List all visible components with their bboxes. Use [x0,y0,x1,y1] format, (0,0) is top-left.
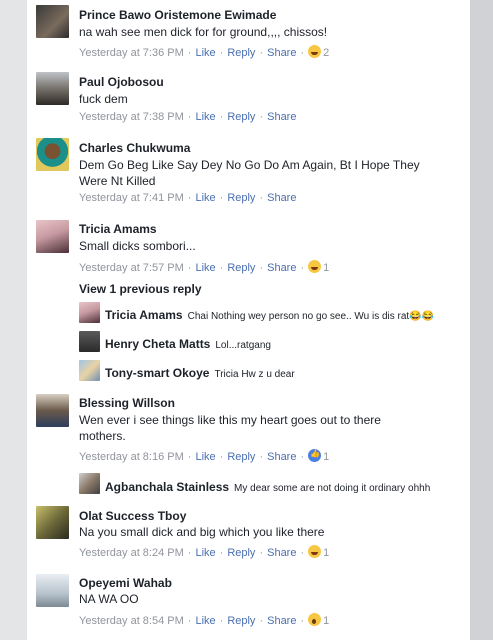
comment-text: na wah see men dick for for ground,,,, c… [79,25,328,39]
share-link[interactable]: Share [267,47,296,59]
like-link[interactable]: Like [195,111,215,123]
reply-author[interactable]: Tricia Amams [105,308,183,322]
avatar[interactable] [36,220,69,253]
reply-avatar[interactable] [79,302,100,323]
comment-text: mothers. [79,429,126,443]
reply-author[interactable]: Tony-smart Okoye [105,366,209,380]
like-reaction-icon[interactable] [308,449,322,462]
reply-avatar[interactable] [79,473,100,494]
avatar[interactable] [36,506,69,539]
comment-meta: Yesterday at 7:36 PM · Like · Reply · Share · 2 [79,45,330,59]
reaction-count: 1 [323,547,330,559]
like-link[interactable]: Like [195,262,215,274]
comment-meta: Yesterday at 8:16 PM·Like·Reply·Share·1 [79,449,329,463]
reply-link[interactable]: Reply [227,451,255,463]
timestamp[interactable]: Yesterday at 7:41 PM [79,192,184,204]
timestamp[interactable]: Yesterday at 8:54 PM [79,615,184,627]
like-link[interactable]: Like [195,47,215,59]
comment-text: Were Nt Killed [79,174,156,188]
comment-text: Dem Go Beg Like Say Dey No Go Do Am Agai… [79,158,420,172]
left-margin [0,0,26,640]
timestamp[interactable]: Yesterday at 8:24 PM [79,547,184,559]
reply-item: Henry Cheta Matts Lol...ratgang [105,335,271,353]
haha-reaction-icon[interactable] [308,545,322,558]
comment-meta: Yesterday at 8:24 PM · Like · Reply · Share · 1 [79,545,330,559]
share-link[interactable]: Share [267,111,296,123]
comment-text: Na you small dick and big which you like… [79,525,325,539]
comment-text: NA WA OO [79,592,139,606]
commenter-name[interactable]: Paul Ojobosou [79,75,164,89]
share-link[interactable]: Share [267,547,296,559]
comment-meta: Yesterday at 7:41 PM · Like · Reply · Share [79,192,297,204]
avatar[interactable] [36,138,69,171]
reaction-count: 1 [323,451,330,463]
avatar[interactable] [36,5,69,38]
comment-text: Wen ever i see things like this my heart… [79,413,381,427]
reply-text: My dear some are not doing it ordinary o… [234,483,431,494]
comment-meta: Yesterday at 8:54 PM · Like · Reply · Share · 1 [79,613,330,627]
like-link[interactable]: Like [195,615,215,627]
reply-link[interactable]: Reply [227,47,255,59]
commenter-name[interactable]: Blessing Willson [79,396,175,410]
reply-avatar[interactable] [79,360,100,381]
haha-reaction-icon[interactable] [308,260,322,273]
share-link[interactable]: Share [267,451,296,463]
reply-text: Chai Nothing wey person no go see.. Wu i… [187,311,435,322]
reply-text: Tricia Hw z u dear [214,369,295,380]
avatar[interactable] [36,394,69,427]
share-link[interactable]: Share [267,192,296,204]
comment-text: Small dicks sombori... [79,239,196,253]
reply-link[interactable]: Reply [227,111,255,123]
comment-meta: Yesterday at 7:38 PM · Like · Reply · Share [79,111,297,123]
like-link[interactable]: Like [195,451,215,463]
reaction-count: 2 [323,47,330,59]
reply-avatar[interactable] [79,331,100,352]
reaction-count: 1 [323,615,330,627]
view-previous-replies-link[interactable]: View 1 previous reply [79,282,202,296]
reply-link[interactable]: Reply [227,615,255,627]
comment-meta: Yesterday at 7:57 PM · Like · Reply · Share · 1 [79,260,330,274]
share-link[interactable]: Share [267,262,296,274]
like-link[interactable]: Like [195,547,215,559]
wow-reaction-icon[interactable] [308,613,322,626]
scroll-rail[interactable] [470,0,493,640]
reply-link[interactable]: Reply [227,192,255,204]
reaction-count: 1 [323,262,330,274]
reply-item: Tony-smart Okoye Tricia Hw z u dear [105,364,295,382]
like-link[interactable]: Like [195,192,215,204]
reply-link[interactable]: Reply [227,262,255,274]
avatar[interactable] [36,574,69,607]
reply-text: Lol...ratgang [215,340,271,351]
commenter-name[interactable]: Charles Chukwuma [79,141,190,155]
haha-reaction-icon[interactable] [308,45,322,58]
reply-item: Agbanchala Stainless My dear some are not… [105,478,430,496]
timestamp[interactable]: Yesterday at 7:57 PM [79,262,184,274]
share-link[interactable]: Share [267,615,296,627]
commenter-name[interactable]: Opeyemi Wahab [79,576,172,590]
reply-author[interactable]: Agbanchala Stainless [105,480,229,494]
commenter-name[interactable]: Tricia Amams [79,222,157,236]
commenter-name[interactable]: Prince Bawo Oristemone Ewimade [79,8,276,22]
timestamp[interactable]: Yesterday at 7:36 PM [79,47,184,59]
timestamp[interactable]: Yesterday at 7:38 PM [79,111,184,123]
reply-item: Tricia Amams Chai Nothing wey person no g… [105,306,434,324]
comment-text: fuck dem [79,92,128,106]
reply-link[interactable]: Reply [227,547,255,559]
avatar[interactable] [36,72,69,105]
reply-author[interactable]: Henry Cheta Matts [105,337,210,351]
commenter-name[interactable]: Olat Success Tboy [79,509,186,523]
timestamp[interactable]: Yesterday at 8:16 PM [79,451,184,463]
